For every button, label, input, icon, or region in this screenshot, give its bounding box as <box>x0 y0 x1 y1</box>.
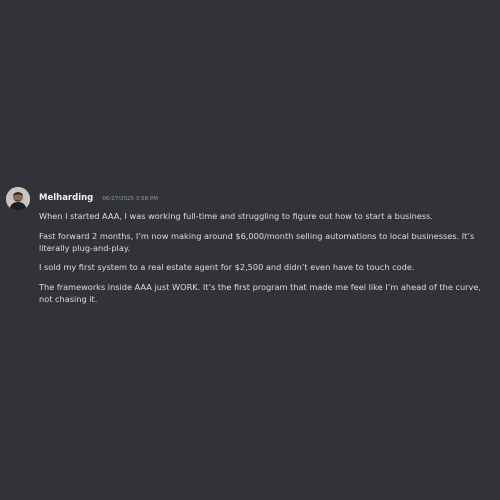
message-header: Melharding 06/27/2025 3:58 PM <box>39 185 158 204</box>
message-paragraph: The frameworks inside AAA just WORK. It’… <box>39 281 482 304</box>
message-paragraph: Fast forward 2 months, I’m now making ar… <box>39 230 475 253</box>
message-paragraph: When I started AAA, I was working full-t… <box>39 211 433 221</box>
username[interactable]: Melharding <box>39 193 93 203</box>
timestamp: 06/27/2025 3:58 PM <box>102 196 158 202</box>
avatar[interactable] <box>6 187 30 211</box>
user-avatar-image <box>6 187 30 211</box>
message-paragraph: I sold my first system to a real estate … <box>39 262 415 272</box>
message-body: When I started AAA, I was working full-t… <box>39 210 487 312</box>
